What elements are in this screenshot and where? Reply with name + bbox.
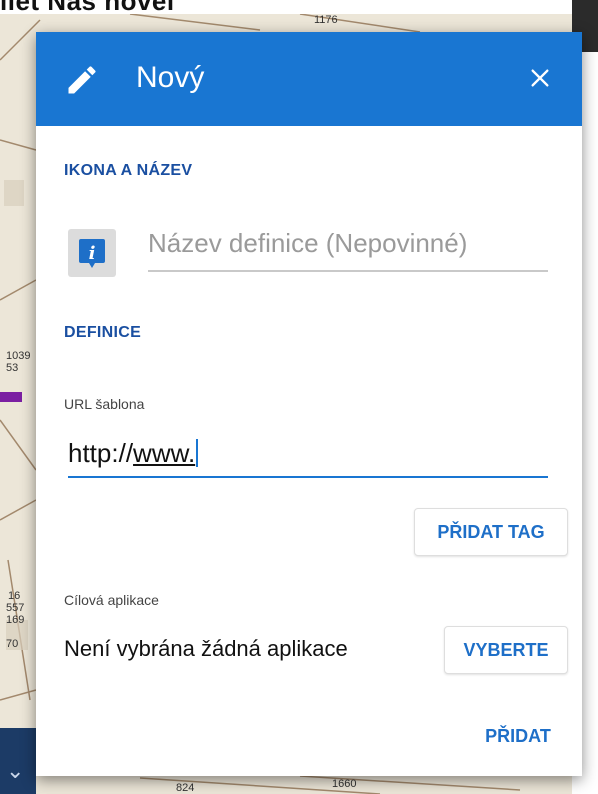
- map-label: 53: [6, 362, 19, 374]
- new-definition-dialog: Nový IKONA A NÁZEV i Název definice (Nep…: [36, 32, 582, 776]
- icon-picker[interactable]: i: [68, 229, 116, 277]
- pencil-icon: [68, 66, 96, 94]
- select-app-button[interactable]: VYBERTE: [444, 626, 568, 674]
- definition-name-input[interactable]: Název definice (Nepovinné): [148, 224, 548, 272]
- url-template-input[interactable]: http://www.: [68, 432, 548, 478]
- dialog-title: Nový: [136, 61, 205, 94]
- add-tag-button[interactable]: PŘIDAT TAG: [414, 508, 568, 556]
- target-app-value: Není vybrána žádná aplikace: [64, 636, 348, 661]
- dialog-header: Nový: [36, 32, 582, 126]
- map-label: 824: [176, 782, 195, 794]
- close-icon: [531, 69, 549, 87]
- background-header-text: ilet Naš novel: [0, 0, 175, 14]
- info-marker-icon: i: [79, 239, 105, 268]
- section-title-icon-name: IKONA A NÁZEV: [64, 162, 193, 179]
- map-label: 16: [8, 590, 21, 602]
- svg-text:i: i: [89, 243, 96, 264]
- url-template-value: http://www.: [68, 438, 199, 469]
- url-prefix: http://: [68, 438, 134, 468]
- map-label: 70: [6, 638, 19, 650]
- map-label: 1039: [6, 350, 31, 362]
- target-app-label: Cílová aplikace: [64, 592, 159, 608]
- add-button[interactable]: PŘIDAT: [470, 718, 566, 754]
- map-route-segment: [0, 392, 22, 402]
- url-template-label: URL šablona: [64, 396, 145, 412]
- section-title-definition: DEFINICE: [64, 324, 142, 341]
- background-header-strip: ilet Naš novel: [0, 0, 598, 14]
- map-label: 1660: [332, 778, 357, 790]
- map-label: 169: [6, 614, 25, 626]
- close-button[interactable]: [522, 60, 558, 96]
- text-cursor: [196, 439, 199, 467]
- bottom-nav-button[interactable]: ⌄: [0, 728, 36, 794]
- chevron-down-icon: ⌄: [6, 758, 25, 783]
- definition-name-placeholder: Název definice (Nepovinné): [148, 228, 468, 258]
- map-label: 557: [6, 602, 25, 614]
- url-composing-text: www.: [133, 438, 196, 468]
- map-label: 1176: [314, 14, 338, 26]
